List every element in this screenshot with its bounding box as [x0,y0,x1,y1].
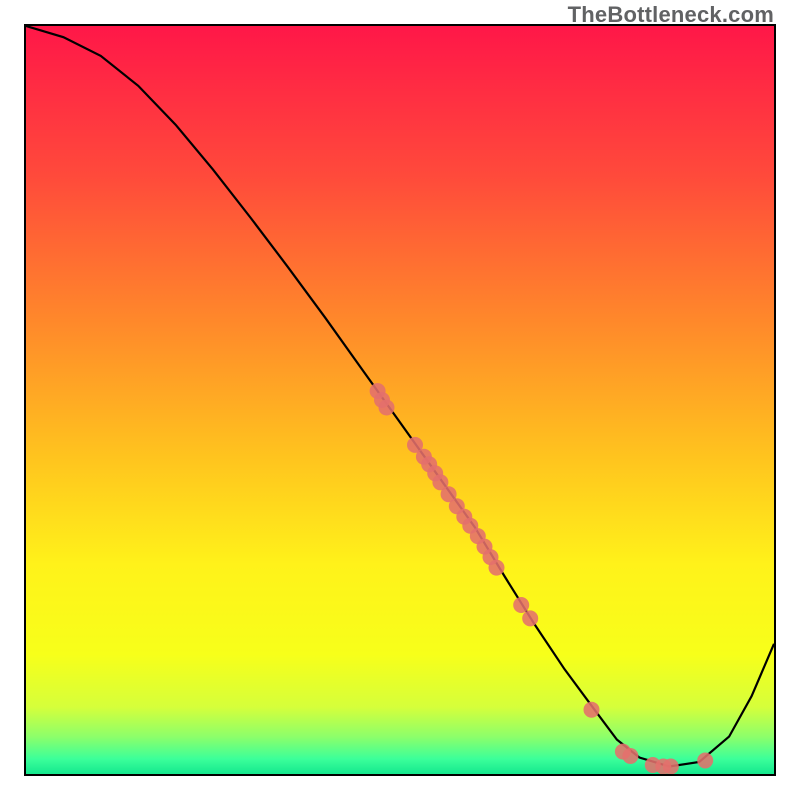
data-point [489,560,505,576]
chart-wrapper: TheBottleneck.com [0,0,800,800]
bottleneck-curve [26,26,774,767]
data-point [513,597,529,613]
data-point [584,702,600,718]
data-points [370,383,714,774]
data-point [697,753,713,769]
data-point [522,610,538,626]
plot-area [24,24,776,776]
data-point [663,759,679,775]
data-point [379,400,395,416]
data-point [622,748,638,764]
curve-layer [26,26,774,774]
